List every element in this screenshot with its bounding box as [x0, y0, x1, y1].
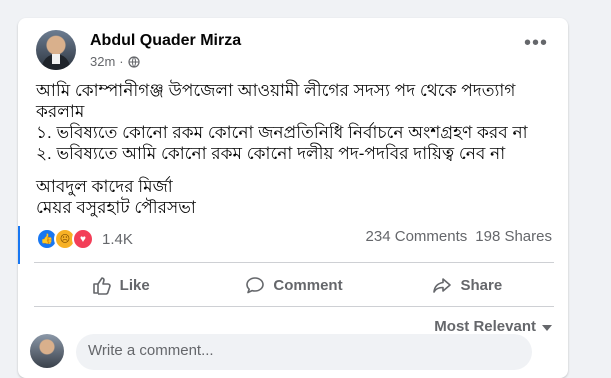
post-body: আমি কোম্পানীগঞ্জ উপজেলা আওয়ামী লীগের সদ… [36, 80, 566, 218]
post-meta: 32m · [90, 54, 140, 69]
share-count[interactable]: 198 Shares [475, 228, 552, 245]
globe-icon [128, 55, 140, 68]
like-label: Like [119, 276, 150, 294]
reaction-stats: 👍 ☹ ♥ 1.4K 234 Comments 198 Shares [36, 228, 552, 252]
share-icon [433, 278, 452, 293]
divider [34, 262, 554, 263]
post-line: ২. ভবিষ্যতে আমি কোনো রকম কোনো দলীয় পদ-প… [36, 144, 506, 163]
post-card: Abdul Quader Mirza 32m · ••• আমি কোম্পান… [18, 18, 568, 378]
comment-icon [246, 277, 265, 294]
thumbs-up-icon [92, 277, 111, 295]
signature-line: আবদুল কাদের মির্জা [36, 177, 173, 196]
more-options-icon[interactable]: ••• [524, 33, 548, 53]
like-button[interactable]: Like [34, 268, 207, 302]
post-header: Abdul Quader Mirza 32m · ••• [34, 30, 554, 74]
author-avatar[interactable] [36, 30, 76, 70]
caret-down-icon [542, 324, 552, 331]
share-button[interactable]: Share [381, 268, 554, 302]
post-line: আমি কোম্পানীগঞ্জ উপজেলা আওয়ামী লীগের সদ… [36, 81, 516, 121]
share-label: Share [460, 276, 503, 294]
comment-button[interactable]: Comment [207, 268, 380, 302]
comment-label: Comment [273, 276, 343, 294]
signature-line: মেয়র বসুরহাট পৌরসভা [36, 198, 196, 217]
love-icon: ♥ [72, 228, 94, 250]
comment-input[interactable]: Write a comment... [76, 334, 532, 370]
focus-indicator [18, 226, 20, 264]
reaction-summary[interactable]: 👍 ☹ ♥ 1.4K [36, 228, 133, 250]
divider [34, 306, 554, 307]
post-time[interactable]: 32m [90, 54, 115, 69]
author-name[interactable]: Abdul Quader Mirza [90, 32, 241, 50]
post-actions: Like Comment Share [34, 268, 554, 302]
comment-composer: Write a comment... [30, 332, 540, 372]
user-avatar[interactable] [30, 334, 64, 368]
reaction-count[interactable]: 1.4K [102, 231, 133, 248]
post-line: ১. ভবিষ্যতে কোনো রকম কোনো জনপ্রতিনিধি নি… [36, 123, 528, 142]
comment-count[interactable]: 234 Comments [366, 228, 468, 245]
